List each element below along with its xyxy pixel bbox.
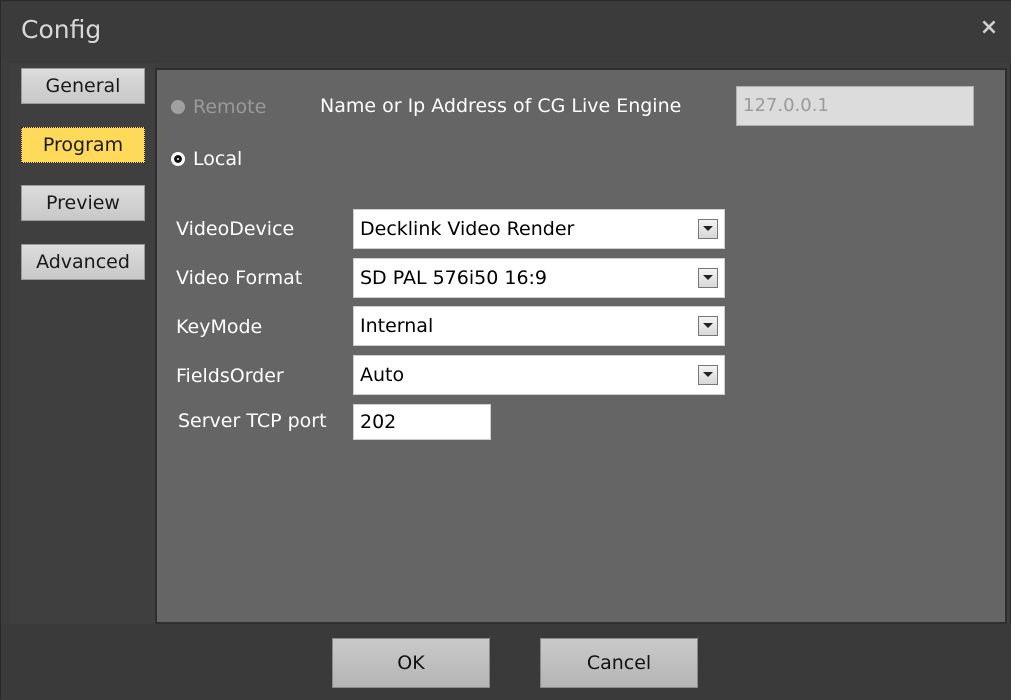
cancel-button[interactable]: Cancel — [540, 638, 698, 688]
video-device-select[interactable]: Decklink Video Render — [353, 209, 725, 249]
local-radio[interactable] — [171, 152, 185, 166]
window-title: Config — [21, 15, 102, 44]
remote-radio-row[interactable]: Remote — [171, 96, 266, 118]
dialog-footer — [1, 624, 1011, 700]
chevron-down-icon[interactable] — [698, 219, 718, 239]
program-settings-panel — [155, 68, 1007, 624]
engine-address-input[interactable]: 127.0.0.1 — [736, 86, 974, 126]
video-format-value: SD PAL 576i50 16:9 — [360, 267, 548, 289]
local-radio-row[interactable]: Local — [171, 148, 242, 170]
fields-order-value: Auto — [360, 364, 405, 386]
tab-advanced[interactable]: Advanced — [21, 244, 145, 280]
key-mode-value: Internal — [360, 315, 434, 337]
video-device-value: Decklink Video Render — [360, 218, 575, 240]
remote-radio[interactable] — [171, 100, 185, 114]
key-mode-label: KeyMode — [176, 316, 263, 338]
local-radio-label: Local — [193, 148, 243, 170]
video-format-select[interactable]: SD PAL 576i50 16:9 — [353, 258, 725, 298]
sidebar: General Program Preview Advanced — [11, 63, 155, 624]
config-window: Config × General Program Preview Advance… — [0, 0, 1011, 700]
key-mode-select[interactable]: Internal — [353, 306, 725, 346]
title-bar: Config × — [1, 1, 1011, 63]
ok-button[interactable]: OK — [332, 638, 490, 688]
chevron-down-icon[interactable] — [698, 316, 718, 336]
remote-radio-label: Remote — [193, 96, 267, 118]
tab-program[interactable]: Program — [21, 127, 145, 163]
close-icon[interactable]: × — [976, 15, 1002, 41]
server-tcp-port-label: Server TCP port — [178, 410, 327, 432]
tab-general[interactable]: General — [21, 68, 145, 104]
tab-preview[interactable]: Preview — [21, 185, 145, 221]
engine-address-label: Name or Ip Address of CG Live Engine — [320, 95, 682, 117]
chevron-down-icon[interactable] — [698, 268, 718, 288]
video-device-label: VideoDevice — [176, 218, 295, 240]
chevron-down-icon[interactable] — [698, 365, 718, 385]
fields-order-select[interactable]: Auto — [353, 355, 725, 395]
server-tcp-port-input[interactable]: 202 — [353, 404, 491, 440]
video-format-label: Video Format — [176, 267, 303, 289]
fields-order-label: FieldsOrder — [176, 365, 284, 387]
